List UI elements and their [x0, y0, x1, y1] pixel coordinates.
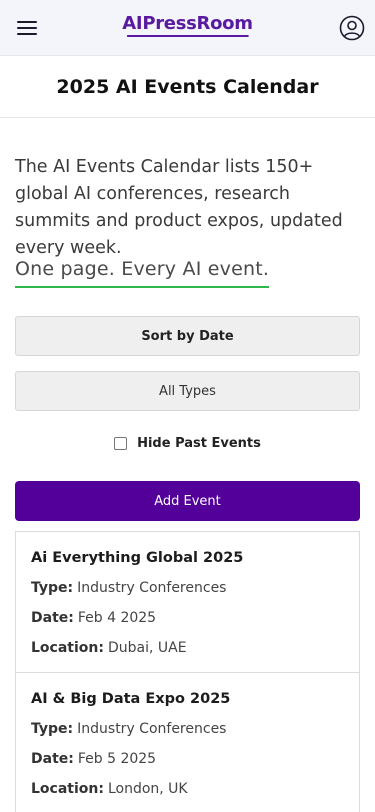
date-label: Date:: [31, 751, 74, 767]
tagline: One page. Every AI event.: [15, 256, 270, 288]
logo-underline: [126, 35, 249, 37]
event-location-value: Dubai, UAE: [107, 640, 187, 656]
event-card[interactable]: Ai Everything Global 2025 Type: Industry …: [16, 532, 359, 673]
type-label: Type:: [31, 580, 74, 596]
date-label: Date:: [31, 610, 74, 626]
hamburger-icon[interactable]: [17, 20, 37, 36]
add-event-button[interactable]: Add Event: [15, 481, 360, 521]
event-card[interactable]: AI & Big Data Expo 2025 Type: Industry Co…: [16, 673, 359, 812]
logo-text: AIPressRoom: [122, 13, 253, 34]
location-label: Location:: [31, 640, 104, 656]
event-date: Date: Feb 4 2025: [31, 608, 344, 628]
hide-past-checkbox[interactable]: [114, 437, 128, 450]
hide-past-events-toggle: Hide Past Events: [0, 436, 375, 451]
event-date-value: Feb 4 2025: [77, 610, 157, 626]
event-location: Location: Dubai, UAE: [31, 638, 344, 658]
intro-text: The AI Events Calendar lists 150+ global…: [15, 157, 343, 258]
event-name[interactable]: Ai Everything Global 2025: [31, 548, 344, 568]
event-type: Type: Industry Conferences: [31, 719, 344, 739]
location-label: Location:: [31, 781, 104, 797]
top-navigation-bar: AIPressRoom: [0, 0, 375, 56]
page-title-bar: 2025 AI Events Calendar: [0, 57, 375, 118]
hide-past-label[interactable]: Hide Past Events: [137, 436, 261, 451]
tagline-container: One page. Every AI event.: [15, 256, 270, 288]
user-circle-icon[interactable]: [339, 15, 365, 41]
page-title: 2025 AI Events Calendar: [56, 76, 319, 98]
event-location: Location: London, UK: [31, 779, 344, 799]
event-type: Type: Industry Conferences: [31, 578, 344, 598]
sort-by-date-button[interactable]: Sort by Date: [15, 316, 360, 356]
event-type-value: Industry Conferences: [77, 721, 227, 737]
type-label: Type:: [31, 721, 74, 737]
event-type-filter[interactable]: All Types: [15, 371, 360, 411]
event-type-value: Industry Conferences: [77, 580, 227, 596]
event-date-value: Feb 5 2025: [77, 751, 157, 767]
event-list: Ai Everything Global 2025 Type: Industry …: [15, 531, 360, 812]
site-logo[interactable]: AIPressRoom: [122, 13, 253, 37]
event-location-value: London, UK: [107, 781, 188, 797]
event-date: Date: Feb 5 2025: [31, 749, 344, 769]
event-name[interactable]: AI & Big Data Expo 2025: [31, 689, 344, 709]
